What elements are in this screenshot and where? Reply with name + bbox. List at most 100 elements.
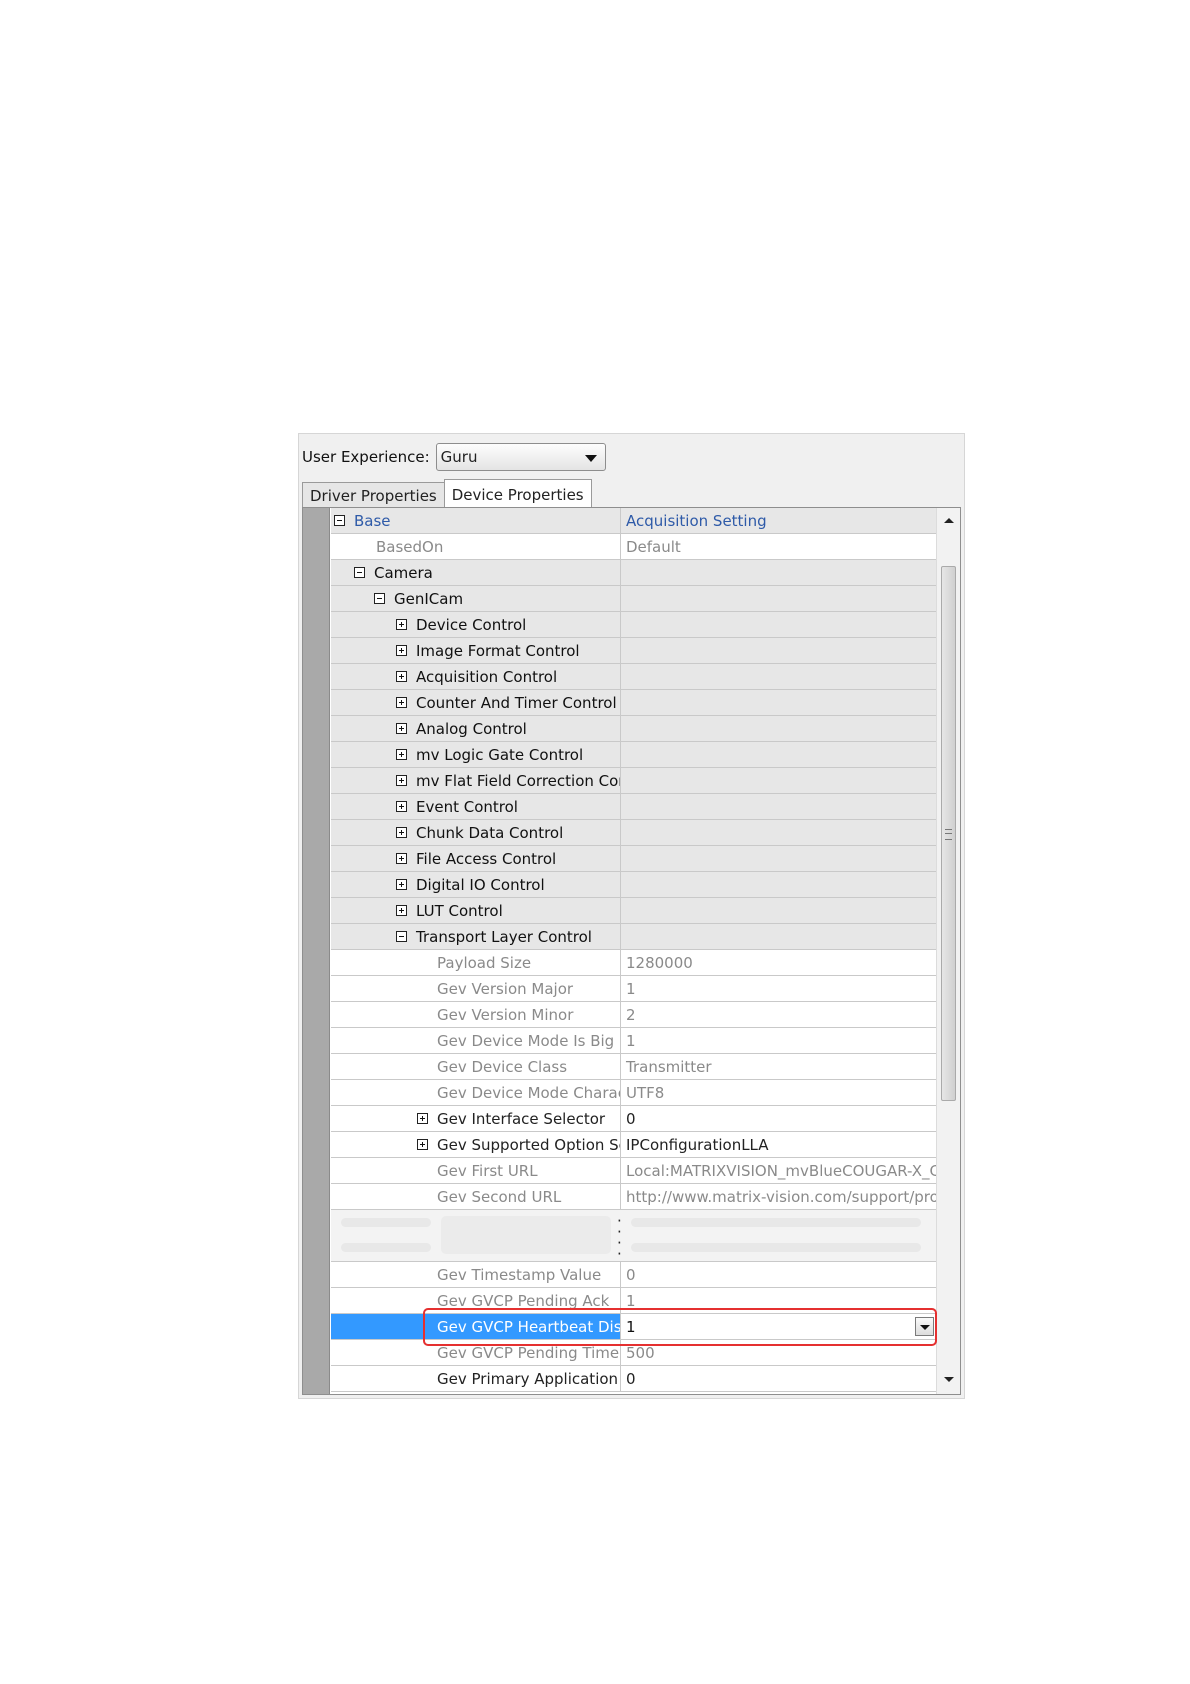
table-row[interactable]: Device Control xyxy=(331,612,936,638)
property-value: 0 xyxy=(626,1109,636,1128)
table-row[interactable]: Gev Second URL http://www.matrix-vision.… xyxy=(331,1184,936,1210)
collapse-icon[interactable] xyxy=(396,931,407,942)
property-name: Counter And Timer Control xyxy=(416,693,617,712)
table-row[interactable]: Gev Supported Option Se IPConfigurationL… xyxy=(331,1132,936,1158)
property-name: Analog Control xyxy=(416,719,527,738)
scroll-down-icon[interactable] xyxy=(944,1377,954,1382)
table-row[interactable]: Gev Version Minor 2 xyxy=(331,1002,936,1028)
property-value: 1 xyxy=(626,1291,636,1310)
table-row[interactable]: Gev First URL Local:MATRIXVISION_mvBlueC… xyxy=(331,1158,936,1184)
collapse-icon[interactable] xyxy=(354,567,365,578)
expand-icon[interactable] xyxy=(396,827,407,838)
property-value: 500 xyxy=(626,1343,655,1362)
property-value: 2 xyxy=(626,1005,636,1024)
table-row[interactable]: mv Logic Gate Control xyxy=(331,742,936,768)
expand-icon[interactable] xyxy=(396,619,407,630)
table-row[interactable]: Transport Layer Control xyxy=(331,924,936,950)
table-row[interactable]: Counter And Timer Control xyxy=(331,690,936,716)
property-name: mv Flat Field Correction Cont xyxy=(416,771,621,790)
property-value: Default xyxy=(626,537,681,556)
property-name: Camera xyxy=(374,563,433,582)
property-name: Digital IO Control xyxy=(416,875,545,894)
grid-header-row[interactable]: Base Acquisition Setting xyxy=(331,508,936,534)
table-row[interactable]: Digital IO Control xyxy=(331,872,936,898)
expand-icon[interactable] xyxy=(396,853,407,864)
expand-icon[interactable] xyxy=(396,645,407,656)
user-experience-label: User Experience: xyxy=(302,448,430,466)
expand-icon[interactable] xyxy=(417,1139,428,1150)
tab-device-properties[interactable]: Device Properties xyxy=(443,479,592,509)
property-name: Gev Device Class xyxy=(437,1057,568,1076)
table-row[interactable]: Gev Timestamp Value 0 xyxy=(331,1262,936,1288)
table-row[interactable]: Gev Primary Application S 0 xyxy=(331,1366,936,1392)
grip-icon xyxy=(945,829,952,840)
expand-icon[interactable] xyxy=(396,775,407,786)
property-name: Gev Second URL xyxy=(437,1187,562,1206)
expand-icon[interactable] xyxy=(396,671,407,682)
header-value: Acquisition Setting xyxy=(626,511,767,530)
property-name: Payload Size xyxy=(437,953,532,972)
vertical-scrollbar[interactable] xyxy=(936,508,960,1394)
expand-icon[interactable] xyxy=(417,1113,428,1124)
blur-bar xyxy=(441,1216,611,1254)
table-row[interactable]: Gev Device Mode Is Big Er 1 xyxy=(331,1028,936,1054)
collapse-icon[interactable] xyxy=(334,515,345,526)
expand-icon[interactable] xyxy=(396,801,407,812)
table-row[interactable]: BasedOn Default xyxy=(331,534,936,560)
property-value: 1280000 xyxy=(626,953,693,972)
property-rows: Base Acquisition Setting BasedOn Default… xyxy=(331,508,936,1392)
table-row[interactable]: Gev Interface Selector 0 xyxy=(331,1106,936,1132)
property-name: Gev Supported Option Se xyxy=(437,1135,621,1154)
property-value: 0 xyxy=(626,1265,636,1284)
property-name: Chunk Data Control xyxy=(416,823,564,842)
property-value: UTF8 xyxy=(626,1083,665,1102)
property-value: Local:MATRIXVISION_mvBlueCOUGAR-X_Gig xyxy=(626,1161,936,1180)
tab-driver-properties[interactable]: Driver Properties xyxy=(302,482,445,508)
property-value: 1 xyxy=(626,1031,636,1050)
expand-icon[interactable] xyxy=(396,749,407,760)
property-value: http://www.matrix-vision.com/support/pro… xyxy=(626,1187,936,1206)
property-name: Gev GVCP Pending Ack xyxy=(437,1291,610,1310)
scrollbar-thumb[interactable] xyxy=(941,566,956,1101)
property-name: Event Control xyxy=(416,797,518,816)
expand-icon[interactable] xyxy=(396,723,407,734)
table-row[interactable]: Payload Size 1280000 xyxy=(331,950,936,976)
property-grid: Base Acquisition Setting BasedOn Default… xyxy=(302,507,961,1395)
table-row[interactable]: Image Format Control xyxy=(331,638,936,664)
property-name: Transport Layer Control xyxy=(416,927,592,946)
property-name: File Access Control xyxy=(416,849,557,868)
property-name: GenICam xyxy=(394,589,464,608)
header-name: Base xyxy=(354,511,391,530)
expand-icon[interactable] xyxy=(396,697,407,708)
collapse-icon[interactable] xyxy=(374,593,385,604)
table-row[interactable]: Chunk Data Control xyxy=(331,820,936,846)
ellipsis-icon: · · · · xyxy=(617,1212,622,1263)
property-name: Gev Device Mode Is Big Er xyxy=(437,1031,621,1050)
tab-bar: Driver Properties Device Properties xyxy=(302,478,592,509)
table-row[interactable]: Gev Device Mode Charact UTF8 xyxy=(331,1080,936,1106)
table-row[interactable]: LUT Control xyxy=(331,898,936,924)
chevron-down-icon xyxy=(584,455,597,462)
expand-icon[interactable] xyxy=(396,905,407,916)
user-experience-select[interactable]: Guru xyxy=(435,443,606,471)
table-row[interactable]: GenICam xyxy=(331,586,936,612)
blur-bar xyxy=(631,1243,921,1252)
table-row[interactable]: File Access Control xyxy=(331,846,936,872)
property-name: BasedOn xyxy=(376,537,444,556)
table-row[interactable]: Acquisition Control xyxy=(331,664,936,690)
table-row[interactable]: mv Flat Field Correction Cont xyxy=(331,768,936,794)
table-row[interactable]: Event Control xyxy=(331,794,936,820)
table-row[interactable]: Gev Version Major 1 xyxy=(331,976,936,1002)
property-value: IPConfigurationLLA xyxy=(626,1135,769,1154)
scroll-up-icon[interactable] xyxy=(944,518,954,523)
blur-bar xyxy=(631,1218,921,1227)
highlight-box xyxy=(423,1308,937,1346)
property-name: Gev Version Major xyxy=(437,979,574,998)
expand-icon[interactable] xyxy=(396,879,407,890)
table-row[interactable]: Gev Device Class Transmitter xyxy=(331,1054,936,1080)
property-name: Gev Version Minor xyxy=(437,1005,574,1024)
table-row[interactable]: Analog Control xyxy=(331,716,936,742)
property-value: 0 xyxy=(626,1369,636,1388)
property-name: Gev Interface Selector xyxy=(437,1109,606,1128)
table-row[interactable]: Camera xyxy=(331,560,936,586)
